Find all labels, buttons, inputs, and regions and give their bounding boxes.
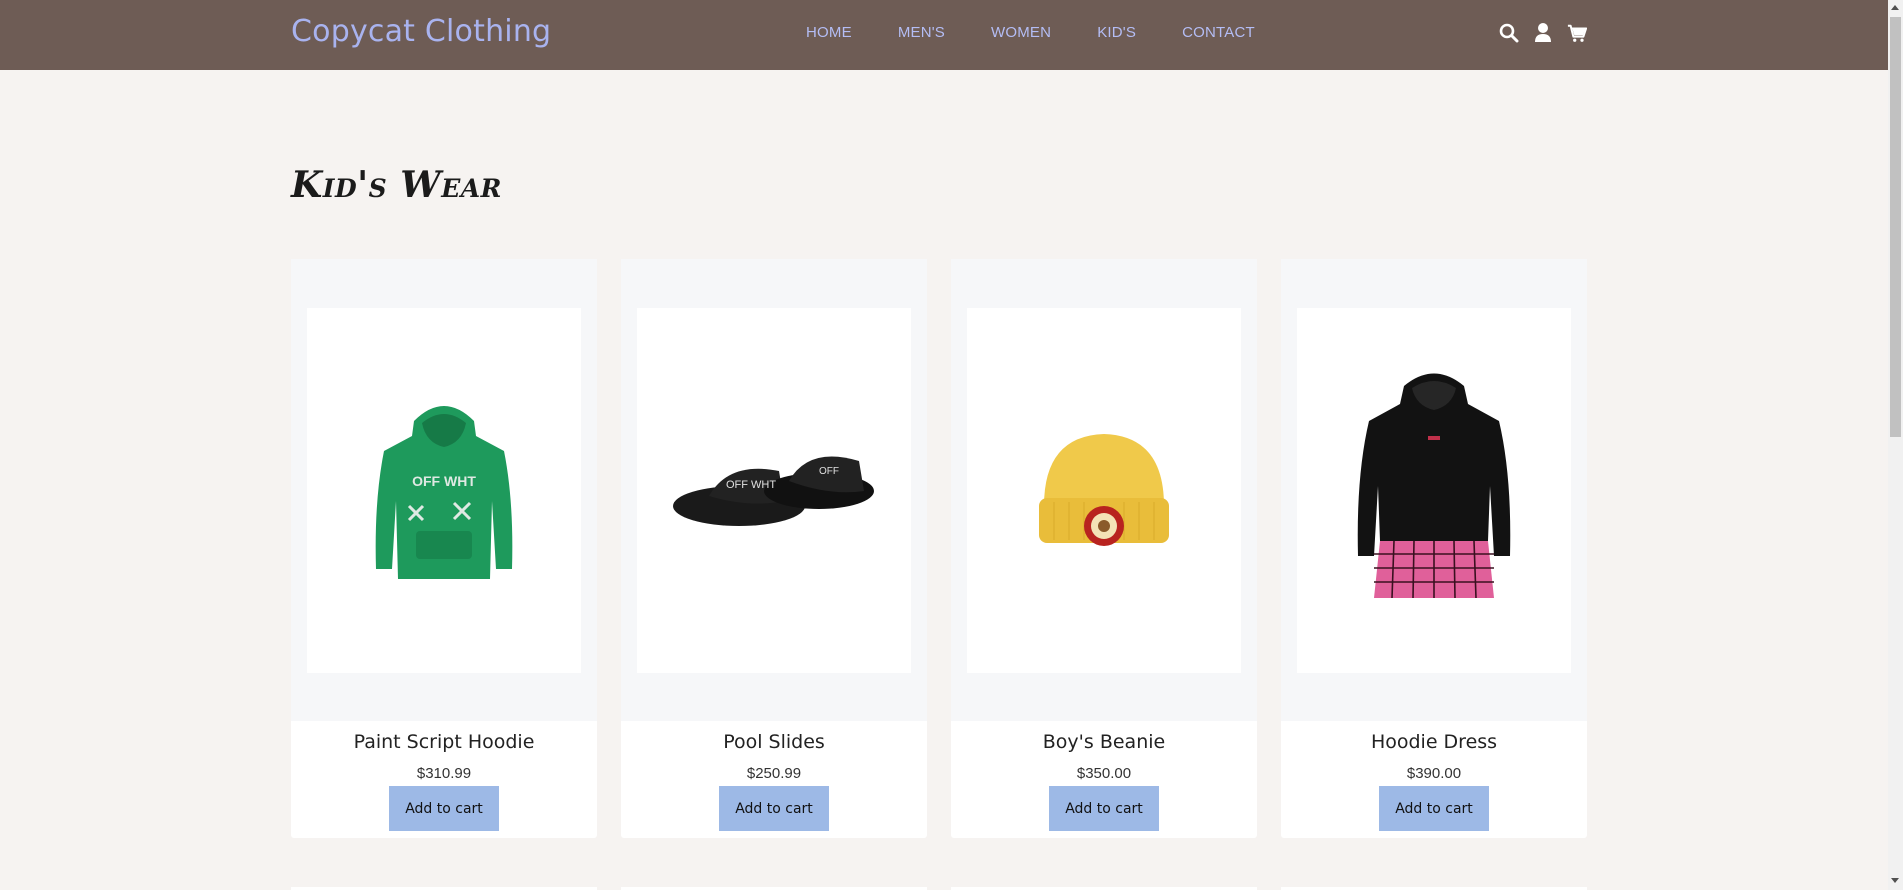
product-price: $350.00: [1076, 765, 1132, 782]
scroll-down-arrow-icon[interactable]: [1891, 878, 1899, 883]
svg-text:OFF WHT: OFF WHT: [726, 479, 776, 491]
svg-text:OFF: OFF: [819, 466, 839, 477]
header-icons: [1499, 22, 1587, 44]
add-to-cart-button[interactable]: Add to cart: [719, 786, 829, 831]
add-to-cart-button[interactable]: Add to cart: [1379, 786, 1489, 831]
product-price: $250.99: [746, 765, 802, 782]
brand-logo[interactable]: Copycat Clothing: [291, 14, 551, 49]
product-name[interactable]: Paint Script Hoodie: [291, 731, 597, 753]
product-card: Hoodie Dress $390.00 Add to cart: [1281, 259, 1587, 838]
search-icon[interactable]: [1499, 22, 1519, 44]
nav-link-women[interactable]: WOMEN: [991, 24, 1051, 41]
product-image-black-hoodie-dress[interactable]: [1297, 308, 1571, 673]
page-title: Kid's Wear: [291, 164, 502, 206]
product-card: OFF WHT OFF Pool Slides $250.99 Add to c…: [621, 259, 927, 838]
product-name[interactable]: Boy's Beanie: [951, 731, 1257, 753]
product-image-yellow-beanie[interactable]: [967, 308, 1241, 673]
header-navbar: Copycat Clothing HOME MEN'S WOMEN KID'S …: [0, 0, 1888, 70]
product-image-green-hoodie[interactable]: OFF WHT: [307, 308, 581, 673]
product-price: $390.00: [1406, 765, 1462, 782]
scroll-thumb[interactable]: [1890, 17, 1901, 437]
nav-link-kids[interactable]: KID'S: [1097, 24, 1136, 41]
product-image-frame: OFF WHT: [291, 259, 597, 721]
product-image-frame: [1281, 259, 1587, 721]
nav-link-home[interactable]: HOME: [806, 24, 852, 41]
cart-icon[interactable]: [1567, 22, 1587, 44]
product-price: $310.99: [416, 765, 472, 782]
nav-link-contact[interactable]: CONTACT: [1182, 24, 1255, 41]
main-nav: HOME MEN'S WOMEN KID'S CONTACT: [806, 24, 1301, 41]
add-to-cart-button[interactable]: Add to cart: [1049, 786, 1159, 831]
product-image-frame: OFF WHT OFF: [621, 259, 927, 721]
product-name[interactable]: Pool Slides: [621, 731, 927, 753]
add-to-cart-button[interactable]: Add to cart: [389, 786, 499, 831]
nav-link-mens[interactable]: MEN'S: [898, 24, 945, 41]
vertical-scrollbar[interactable]: [1888, 0, 1903, 890]
product-name[interactable]: Hoodie Dress: [1281, 731, 1587, 753]
scroll-up-arrow-icon[interactable]: [1891, 5, 1899, 10]
product-image-black-slides[interactable]: OFF WHT OFF: [637, 308, 911, 673]
product-card: OFF WHT Paint Script Hoodie $310.99 Add …: [291, 259, 597, 838]
user-icon[interactable]: [1533, 22, 1553, 44]
svg-text:OFF WHT: OFF WHT: [412, 473, 476, 489]
product-card: Boy's Beanie $350.00 Add to cart: [951, 259, 1257, 838]
product-grid: OFF WHT Paint Script Hoodie $310.99 Add …: [291, 259, 1587, 838]
product-image-frame: [951, 259, 1257, 721]
